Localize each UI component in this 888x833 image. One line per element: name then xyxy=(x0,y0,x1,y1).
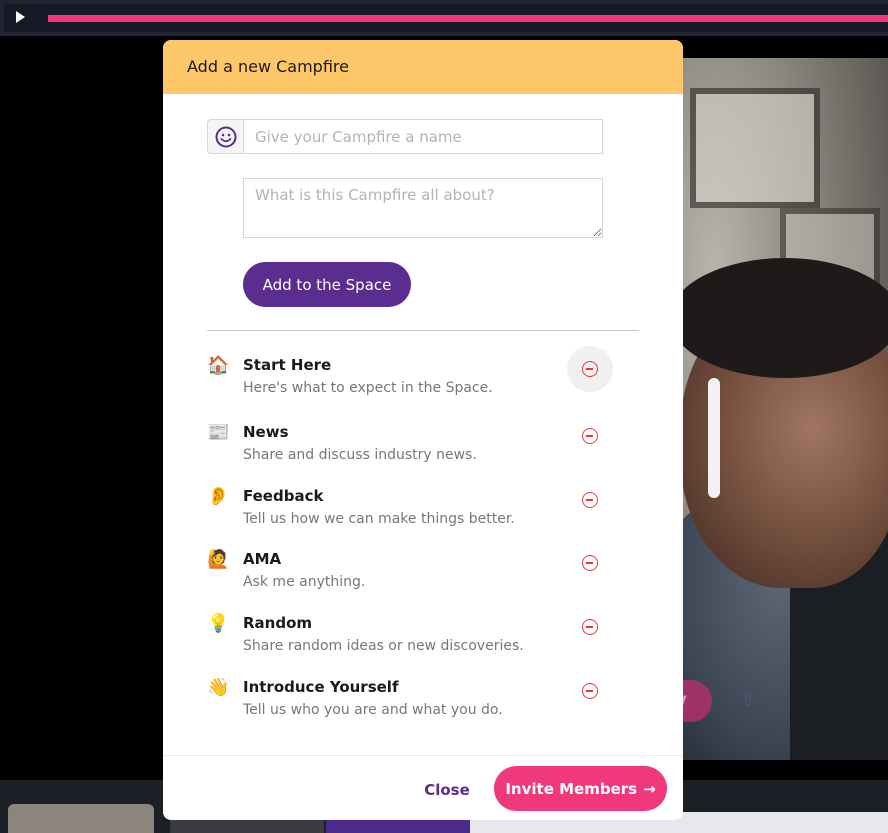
thumbnail xyxy=(170,818,324,833)
channel-name: News xyxy=(243,423,289,441)
channel-name: Introduce Yourself xyxy=(243,678,399,696)
channel-description: Ask me anything. xyxy=(243,574,366,590)
close-button[interactable]: Close xyxy=(411,775,483,805)
arrow-right-icon: → xyxy=(643,779,656,798)
person-hair xyxy=(670,258,888,378)
channel-item-start-here: 🏠 Start Here Here's what to expect in th… xyxy=(207,346,627,412)
invite-members-button[interactable]: Invite Members → xyxy=(494,766,667,811)
waving-hand-icon: 👋 xyxy=(207,677,230,698)
channel-description: Here's what to expect in the Space. xyxy=(243,380,493,396)
house-icon: 🏠 xyxy=(207,355,230,376)
upload-icon: ⇧ xyxy=(740,690,756,711)
wall-picture xyxy=(690,88,820,208)
minus-circle-icon xyxy=(582,619,598,635)
channel-description: Share and discuss industry news. xyxy=(243,447,477,463)
remove-channel-button[interactable] xyxy=(567,604,613,650)
channel-description: Tell us who you are and what you do. xyxy=(243,702,503,718)
minus-circle-icon xyxy=(582,683,598,699)
remove-channel-button[interactable] xyxy=(567,346,613,392)
video-controls-bar xyxy=(0,0,888,36)
invite-members-label: Invite Members xyxy=(505,779,638,798)
modal-header: Add a new Campfire xyxy=(163,40,683,94)
earbud xyxy=(708,378,720,498)
campfire-description-input[interactable] xyxy=(243,178,603,238)
add-campfire-modal: Add a new Campfire Add to the Space 🏠 St… xyxy=(163,40,683,820)
play-icon[interactable] xyxy=(16,11,25,23)
remove-channel-button[interactable] xyxy=(567,540,613,586)
light-bulb-icon: 💡 xyxy=(207,613,230,634)
video-progress-bar[interactable] xyxy=(48,15,888,22)
modal-title: Add a new Campfire xyxy=(187,57,349,76)
minus-circle-icon xyxy=(582,361,598,377)
thumbnail xyxy=(8,804,154,833)
channel-name: Start Here xyxy=(243,356,332,374)
remove-channel-button[interactable] xyxy=(567,668,613,714)
minus-circle-icon xyxy=(582,555,598,571)
minus-circle-icon xyxy=(582,492,598,508)
channel-item-news: 📰 News Share and discuss industry news. xyxy=(207,413,627,479)
channel-item-introduce-yourself: 👋 Introduce Yourself Tell us who you are… xyxy=(207,668,627,734)
channel-name: AMA xyxy=(243,550,282,568)
channel-item-feedback: 👂 Feedback Tell us how we can make thing… xyxy=(207,477,627,543)
add-to-space-button[interactable]: Add to the Space xyxy=(243,262,411,307)
newspaper-icon: 📰 xyxy=(207,422,230,443)
thumbnail xyxy=(326,818,470,833)
remove-channel-button[interactable] xyxy=(567,477,613,523)
minus-circle-icon xyxy=(582,428,598,444)
emoji-picker-button[interactable] xyxy=(207,119,243,154)
channel-name: Feedback xyxy=(243,487,324,505)
channel-description: Share random ideas or new discoveries. xyxy=(243,638,524,654)
ear-icon: 👂 xyxy=(207,486,230,507)
smiley-icon xyxy=(215,126,236,147)
modal-footer: Close Invite Members → xyxy=(163,755,683,820)
channel-name: Random xyxy=(243,614,313,632)
divider xyxy=(207,330,639,331)
channel-description: Tell us how we can make things better. xyxy=(243,511,515,527)
name-row xyxy=(207,119,603,154)
remove-channel-button[interactable] xyxy=(567,413,613,459)
campfire-name-input[interactable] xyxy=(243,119,603,154)
channel-item-ama: 🙋 AMA Ask me anything. xyxy=(207,540,627,606)
raising-hand-icon: 🙋 xyxy=(207,549,230,570)
channel-item-random: 💡 Random Share random ideas or new disco… xyxy=(207,604,627,670)
